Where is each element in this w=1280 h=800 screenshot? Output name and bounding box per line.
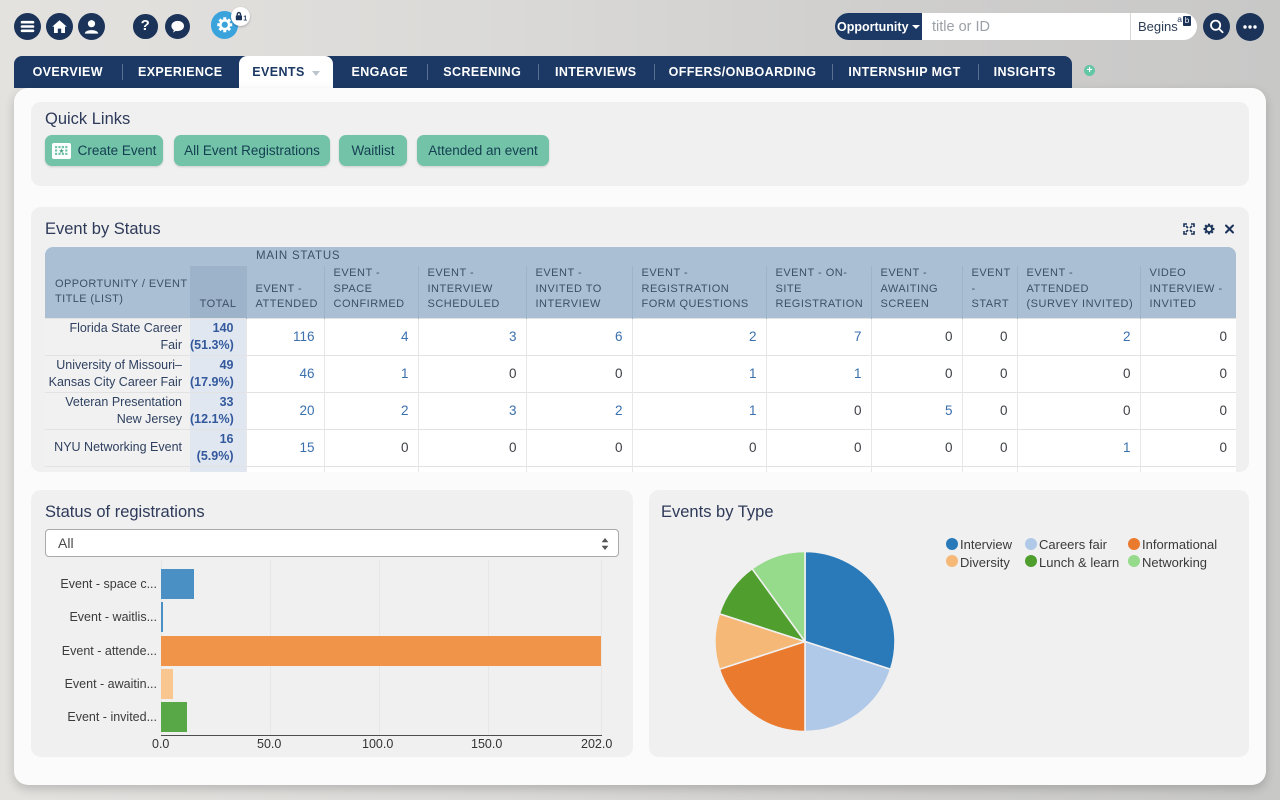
svg-text:1: 1 [243,15,247,22]
